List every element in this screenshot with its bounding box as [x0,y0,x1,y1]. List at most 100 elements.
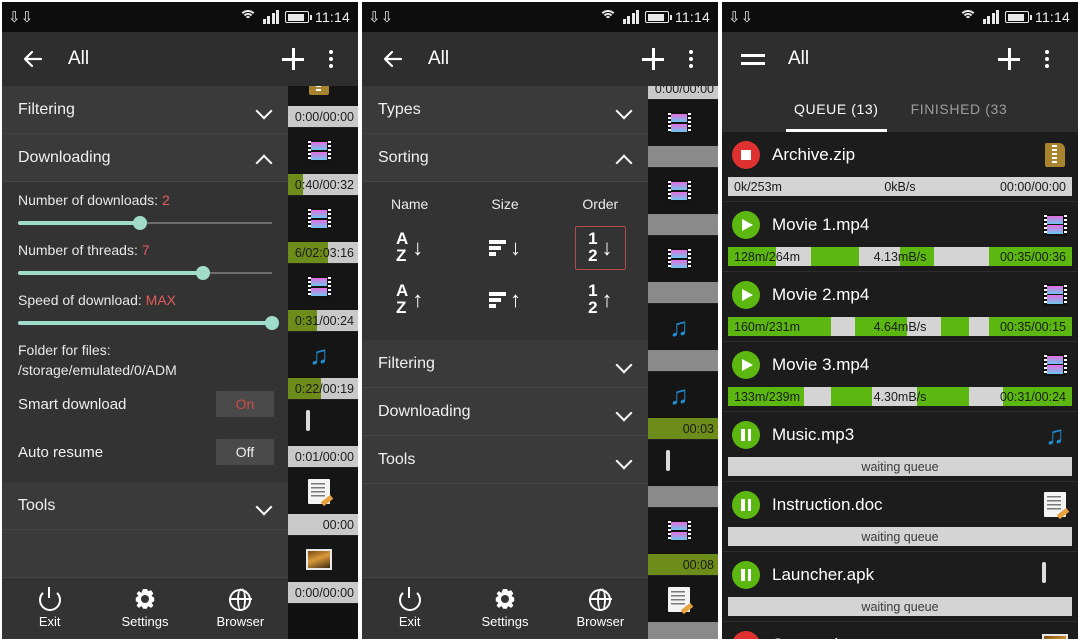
pause-button[interactable] [732,420,760,449]
sorting-column-order: Order [582,196,619,212]
folder-caption: Folder for files: [18,342,111,358]
download-status-bar: waiting queue [728,527,1072,546]
setting-label: Smart download [18,395,127,413]
background-row[interactable]: 6/02:03:16 [280,196,358,264]
download-time-text: 00:35/00:15 [999,319,1066,334]
background-row[interactable]: 0:40/00:32 [280,128,358,196]
play-button[interactable] [732,350,760,379]
section-header-tools[interactable]: Tools [362,436,648,484]
background-row[interactable]: 0:31/00:24 [280,264,358,332]
setting-speed-of-download: Speed of download: MAX [2,286,288,336]
section-label: Tools [18,496,56,514]
slider-knob[interactable] [265,316,279,330]
setting-auto-resume[interactable]: Auto resume Off [2,428,288,476]
stop-button[interactable] [732,140,760,169]
bottom-item-settings[interactable]: Settings [457,588,552,629]
arrow-up-icon: ↑ [601,287,613,312]
background-row[interactable] [640,440,718,508]
gear-icon [494,588,516,611]
setting-label: Auto resume [18,443,104,461]
background-row-bar: 0:40/00:32 [280,174,358,195]
background-row[interactable] [640,100,718,168]
status-bar-left: ⇩⇩ [8,10,33,25]
setting-label: Number of threads: 7 [18,242,150,258]
back-arrow-icon[interactable] [14,40,52,78]
background-row[interactable] [640,576,718,639]
background-row-progress-text: 00:08 [682,557,714,572]
download-list-item[interactable]: Instruction.doc waiting queue [722,482,1078,552]
tab-finished[interactable]: FINISHED (33 [895,86,1024,132]
bottom-item-exit[interactable]: Exit [362,586,457,629]
plus-icon[interactable] [634,40,672,78]
smart-download-toggle[interactable]: On [216,391,274,417]
background-row[interactable]: 00:08 [640,508,718,576]
download-list-item[interactable]: Music.mp3 ♫ waiting queue [722,412,1078,482]
status-bar-clock: 11:14 [675,9,710,25]
downloads-slider[interactable] [18,210,272,236]
setting-folder-for-files[interactable]: Folder for files: /storage/emulated/0/AD… [2,336,288,380]
download-item-header: Movie 3.mp4 [722,342,1078,387]
section-header-sorting[interactable]: Sorting [362,134,648,182]
setting-smart-download[interactable]: Smart download On [2,380,288,428]
download-list-item[interactable]: Archive.zip 0k/253m 0kB/s 00:00/00:00 [722,132,1078,202]
bottom-item-exit[interactable]: Exit [2,586,97,629]
overflow-menu-icon[interactable] [1028,40,1066,78]
apk-file-icon [306,410,332,434]
section-header-downloading[interactable]: Downloading [2,134,288,182]
plus-icon[interactable] [990,40,1028,78]
section-header-downloading[interactable]: Downloading [362,388,648,436]
section-header-filtering[interactable]: Filtering [362,340,648,388]
section-header-filtering[interactable]: Filtering [2,86,288,134]
play-button[interactable] [732,210,760,239]
download-list-item[interactable]: Movie 2.mp4 160m/231m 4.64mB/s 00:35/00:15 [722,272,1078,342]
slider-knob[interactable] [132,216,147,230]
download-list-item[interactable]: Movie 1.mp4 128m/264m 4.13mB/s 00:35/00:36 [722,202,1078,272]
play-button[interactable] [732,280,760,309]
download-progress-bar: 160m/231m 4.64mB/s 00:35/00:15 [728,317,1072,336]
stop-button[interactable] [732,630,760,639]
auto-resume-toggle[interactable]: Off [216,439,274,465]
background-row[interactable]: 0:00/00:00 [280,536,358,604]
tab-queue[interactable]: QUEUE (13) [778,86,895,132]
sort-name-desc[interactable]: A Z ↓ [362,222,457,274]
download-list-item[interactable]: Movie 3.mp4 133m/239m 4.30mB/s 00:31/00:24 [722,342,1078,412]
download-file-type-icon [1040,490,1070,520]
status-bar-right: 11:14 [598,9,711,25]
slider-knob[interactable] [196,266,211,280]
background-row[interactable]: 00:00 [280,468,358,536]
threads-slider[interactable] [18,260,272,286]
sorting-column-name: Name [390,196,429,212]
bottom-item-browser[interactable]: Browser [553,588,648,629]
sort-order-asc[interactable]: 1 2 ↑ [553,274,648,326]
background-row[interactable]: 0:01/00:00 [280,400,358,468]
download-list-item[interactable]: Screenshot.png0k/11.1m0kB/s00:00/00:00 [722,622,1078,639]
section-label: Downloading [18,148,111,166]
status-bar-right: 11:14 [958,9,1071,25]
sort-name-asc[interactable]: A Z ↑ [362,274,457,326]
sort-size-asc[interactable]: ↑ [457,274,552,326]
background-row[interactable] [640,168,718,236]
back-arrow-icon[interactable] [374,40,412,78]
background-row[interactable]: ♫ 0:22/00:19 [280,332,358,400]
hamburger-icon[interactable] [734,40,772,78]
overflow-menu-icon[interactable] [672,40,710,78]
pause-button[interactable] [732,490,760,519]
section-header-types[interactable]: Types [362,86,648,134]
bottom-item-browser[interactable]: Browser [193,588,288,629]
signal-icon [622,10,639,24]
audio-file-icon: ♫ [669,312,689,342]
overflow-menu-icon[interactable] [312,40,350,78]
download-list-item[interactable]: Launcher.apk waiting queue [722,552,1078,622]
sort-size-desc[interactable]: ↓ [457,222,552,274]
bottom-item-settings[interactable]: Settings [97,588,192,629]
speed-slider[interactable] [18,310,279,336]
pause-button[interactable] [732,560,760,589]
section-header-tools[interactable]: Tools [2,482,288,530]
background-row[interactable]: ♫ 00:03 [640,372,718,440]
background-row-bar: 0:22/00:19 [280,378,358,399]
background-row[interactable] [640,236,718,304]
download-status-bar: waiting queue [728,457,1072,476]
background-row[interactable]: ♫ [640,304,718,372]
sort-order-desc[interactable]: 1 2 ↓ [553,222,648,274]
plus-icon[interactable] [274,40,312,78]
